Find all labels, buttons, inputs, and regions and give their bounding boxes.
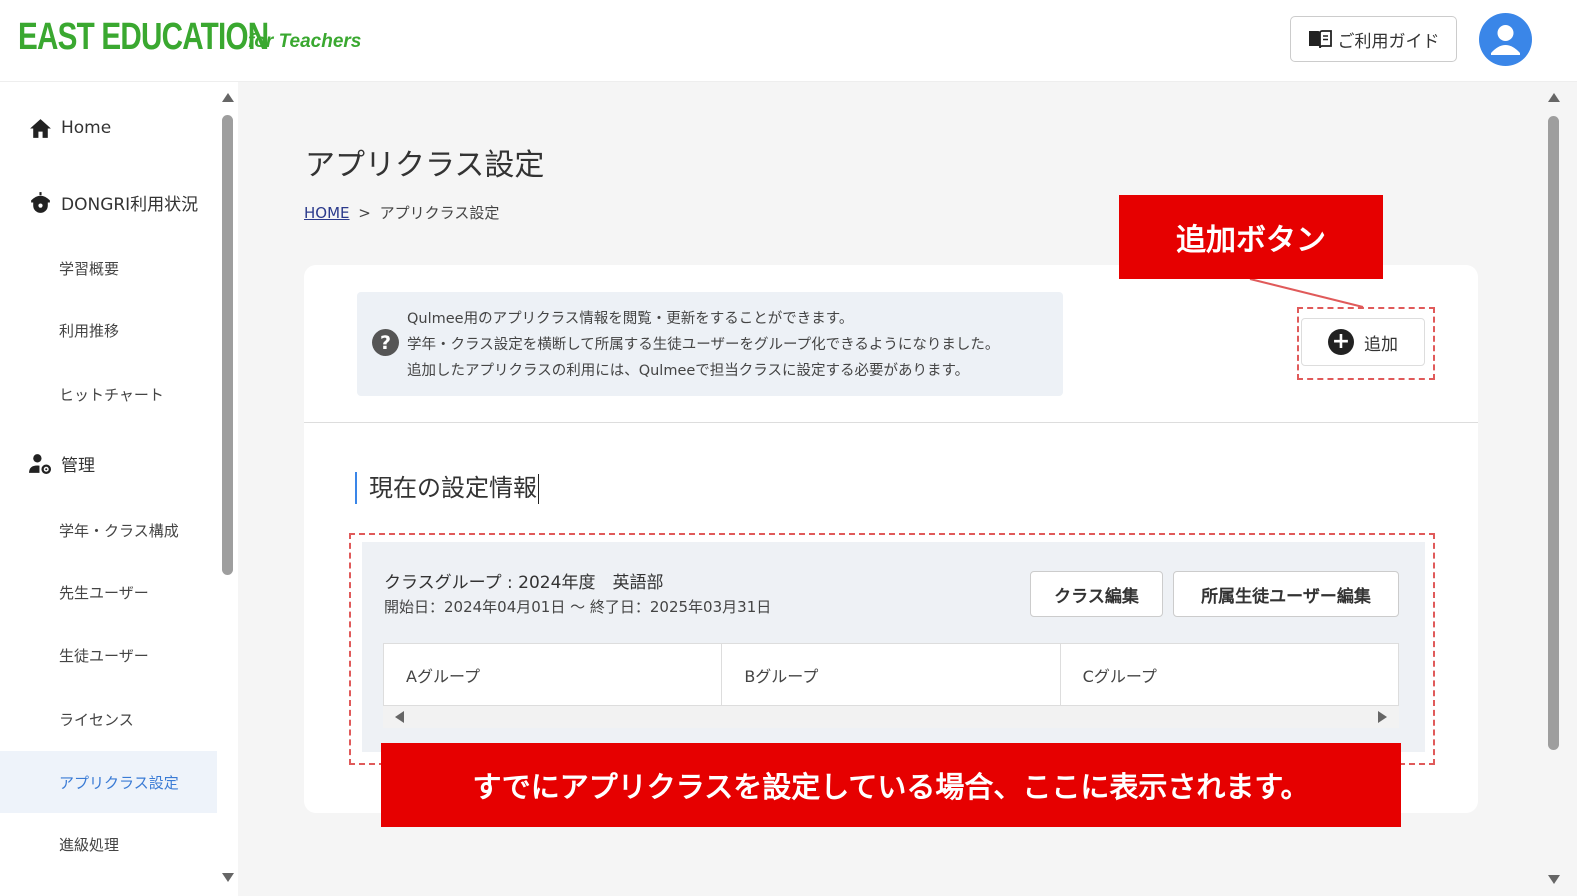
- sidebar-scroll-up[interactable]: [222, 93, 234, 102]
- book-icon: [1308, 30, 1332, 49]
- page-title: アプリクラス設定: [305, 148, 545, 183]
- sidebar-item-grade-class[interactable]: 学年・クラス構成: [0, 499, 217, 561]
- person-icon: [1491, 25, 1520, 55]
- text-cursor: [538, 474, 539, 504]
- question-icon: ?: [372, 329, 399, 356]
- sidebar-item-dongri[interactable]: DONGRI利用状況: [28, 186, 217, 218]
- breadcrumb-separator: >: [358, 204, 371, 222]
- sidebar-item-label: 管理: [61, 455, 95, 476]
- user-guide-label: ご利用ガイド: [1337, 31, 1440, 52]
- sidebar-item-student-users[interactable]: 生徒ユーザー: [0, 624, 217, 686]
- settings-info-callout: すでにアプリクラスを設定している場合、ここに表示されます。: [381, 743, 1401, 827]
- acorn-icon: [31, 191, 50, 213]
- sidebar-item-label: 進級処理: [59, 835, 120, 854]
- info-line: Qulmee用のアプリクラス情報を閲覧・更新をすることができます。: [407, 311, 854, 327]
- section-heading-text: 現在の設定情報: [369, 474, 537, 502]
- sidebar-item-admin[interactable]: 管理: [28, 448, 217, 478]
- sidebar-item-label: 先生ユーザー: [59, 583, 149, 602]
- sidebar-item-label: アプリクラス設定: [59, 773, 179, 792]
- user-guide-button[interactable]: ご利用ガイド: [1290, 16, 1457, 62]
- sidebar-item-label: 利用推移: [59, 321, 120, 340]
- sidebar-item-home[interactable]: Home: [28, 113, 217, 143]
- home-icon: [30, 118, 51, 138]
- sidebar-item-license[interactable]: ライセンス: [0, 688, 217, 750]
- main-scrollbar[interactable]: [1548, 116, 1559, 750]
- sidebar-item-hit-chart[interactable]: ヒットチャート: [0, 363, 217, 425]
- brand-logo[interactable]: EAST EDUCATION: [18, 16, 269, 59]
- sidebar-item-label: ヒットチャート: [59, 385, 164, 404]
- main-scroll-up[interactable]: [1548, 93, 1560, 102]
- card-divider: [304, 422, 1478, 423]
- section-heading: 現在の設定情報: [355, 472, 539, 504]
- sidebar-item-app-class-settings[interactable]: アプリクラス設定: [0, 751, 217, 813]
- user-settings-icon: [29, 453, 52, 474]
- user-avatar[interactable]: [1479, 13, 1532, 66]
- sidebar-item-label: 学年・クラス構成: [59, 521, 179, 540]
- add-button-callout: 追加ボタン: [1119, 195, 1383, 279]
- sidebar-item-label: ライセンス: [59, 710, 134, 729]
- breadcrumb: HOME > アプリクラス設定: [304, 202, 499, 223]
- sidebar-item-label: 生徒ユーザー: [59, 646, 149, 665]
- main-scroll-down[interactable]: [1548, 875, 1560, 884]
- sidebar-scroll-down[interactable]: [222, 873, 234, 882]
- sidebar-scrollbar[interactable]: [222, 115, 233, 575]
- info-line: 学年・クラス設定を横断して所属する生徒ユーザーをグループ化できるようになりました…: [407, 337, 1000, 353]
- sidebar-item-usage-trend[interactable]: 利用推移: [0, 299, 217, 361]
- sidebar-item-label: 学習概要: [59, 259, 120, 278]
- breadcrumb-home-link[interactable]: HOME: [304, 204, 350, 222]
- info-line: 追加したアプリクラスの利用には、Qulmeeで担当クラスに設定する必要があります…: [407, 363, 970, 379]
- settings-info-highlight: [349, 533, 1435, 765]
- sidebar-item-label: DONGRI利用状況: [61, 194, 199, 215]
- add-button-highlight: [1297, 307, 1435, 380]
- brand-logo-subtitle: for Teachers: [248, 31, 362, 52]
- breadcrumb-current: アプリクラス設定: [379, 204, 500, 222]
- sidebar-item-label: Home: [61, 118, 112, 138]
- sidebar-item-learning-overview[interactable]: 学習概要: [0, 237, 217, 299]
- sidebar-item-promotion[interactable]: 進級処理: [0, 813, 217, 875]
- sidebar-item-teacher-users[interactable]: 先生ユーザー: [0, 561, 217, 623]
- top-bar: EAST EDUCATION for Teachers ご利用ガイド: [0, 0, 1577, 82]
